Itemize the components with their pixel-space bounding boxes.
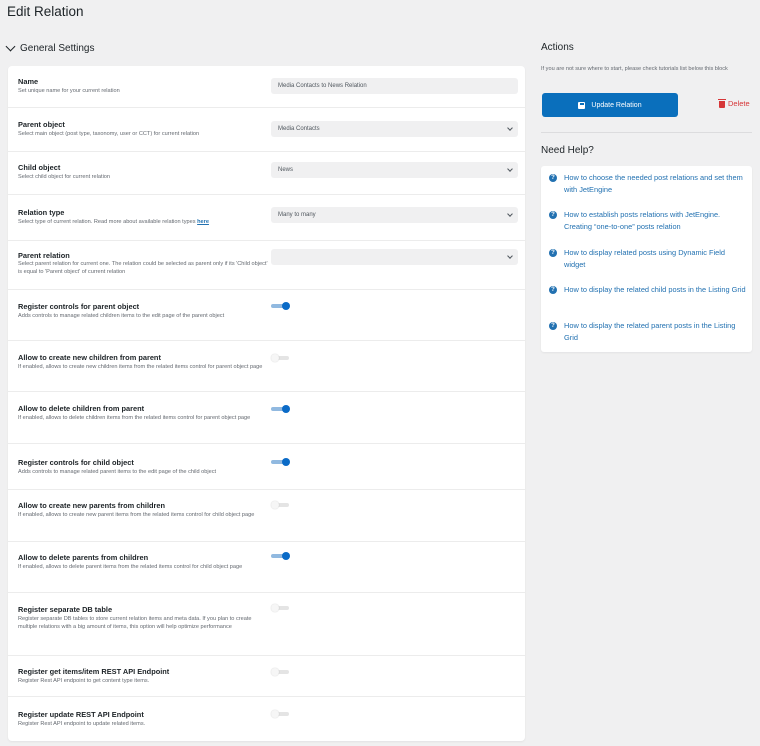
get-rest-endpoint-toggle[interactable] — [271, 668, 290, 676]
help-link-text: How to choose the needed post relations … — [564, 173, 743, 194]
update-relation-button[interactable]: Update Relation — [542, 93, 678, 117]
help-link-text: How to display the related child posts i… — [564, 285, 746, 294]
relation-type-value: Many to many — [278, 212, 316, 218]
setting-row-create-parents: Allow to create new parents from childre… — [8, 490, 525, 542]
update-rest-endpoint-toggle[interactable] — [271, 710, 290, 718]
relation-type-desc-text: Select type of current relation. Read mo… — [18, 219, 196, 225]
setting-label: Parent relation — [18, 251, 70, 260]
setting-label: Register update REST API Endpoint — [18, 710, 144, 719]
setting-row-create-children: Allow to create new children from parent… — [8, 341, 525, 392]
parent-object-select[interactable]: Media Contacts — [271, 121, 518, 137]
actions-hint: If you are not sure where to start, plea… — [541, 66, 728, 72]
setting-description: Adds controls to manage related children… — [18, 313, 225, 319]
question-circle-icon: ? — [549, 286, 557, 294]
delete-children-toggle[interactable] — [271, 405, 290, 413]
delete-parents-toggle[interactable] — [271, 552, 290, 560]
setting-label: Name — [18, 77, 39, 86]
setting-row-separate-db-table: Register separate DB table Register sepa… — [8, 593, 525, 656]
help-link[interactable]: ? How to display the related parent post… — [549, 320, 747, 344]
help-link-text: How to display related posts using Dynam… — [564, 248, 726, 269]
trash-icon — [718, 98, 726, 108]
update-relation-label: Update Relation — [591, 101, 642, 109]
help-title: Need Help? — [541, 145, 594, 156]
parent-relation-select[interactable] — [271, 249, 518, 265]
question-circle-icon: ? — [549, 249, 557, 257]
child-object-select[interactable]: News — [271, 162, 518, 178]
setting-row-update-rest-endpoint: Register update REST API Endpoint Regist… — [8, 697, 525, 741]
setting-description: Select type of current relation. Read mo… — [18, 218, 268, 226]
setting-description: If enabled, allows to delete children it… — [18, 415, 251, 421]
setting-label: Relation type — [18, 208, 65, 217]
setting-row-get-rest-endpoint: Register get items/item REST API Endpoin… — [8, 656, 525, 697]
setting-description: Register Rest API endpoint to get conten… — [18, 678, 150, 684]
chevron-down-icon — [5, 41, 16, 52]
question-circle-icon: ? — [549, 174, 557, 182]
setting-label: Parent object — [18, 120, 65, 129]
setting-label: Register controls for child object — [18, 458, 134, 467]
relation-type-select[interactable]: Many to many — [271, 207, 518, 223]
help-link[interactable]: ? How to display related posts using Dyn… — [549, 247, 747, 271]
help-link-text: How to establish posts relations with Je… — [564, 210, 721, 231]
help-link[interactable]: ? How to display the related child posts… — [549, 284, 747, 296]
child-object-value: News — [278, 167, 294, 173]
setting-row-relation-type: Relation type Select type of current rel… — [8, 195, 525, 241]
setting-label: Allow to create new parents from childre… — [18, 501, 166, 510]
setting-description: Select parent relation for current one. … — [18, 261, 268, 275]
setting-label: Register separate DB table — [18, 605, 113, 614]
create-children-toggle[interactable] — [271, 354, 290, 362]
save-icon — [578, 101, 586, 109]
setting-description: Register separate DB tables to store cur… — [18, 616, 252, 630]
create-parents-toggle[interactable] — [271, 501, 290, 509]
parent-object-value: Media Contacts — [278, 126, 320, 132]
general-settings-toggle[interactable]: General Settings — [5, 41, 95, 54]
register-parent-controls-toggle[interactable] — [271, 302, 290, 310]
chevron-down-icon — [507, 166, 513, 172]
setting-description: If enabled, allows to create new parent … — [18, 512, 255, 518]
setting-description: If enabled, allows to create new childre… — [18, 364, 263, 370]
help-link[interactable]: ? How to choose the needed post relation… — [549, 172, 747, 196]
setting-description: Select child object for current relation — [18, 174, 111, 180]
delete-label: Delete — [728, 99, 750, 108]
setting-row-parent-object: Parent object Select main object (post t… — [8, 108, 525, 152]
general-settings-panel: Name Set unique name for your current re… — [8, 66, 525, 741]
setting-label: Register get items/item REST API Endpoin… — [18, 667, 170, 676]
relation-name-input[interactable]: Media Contacts to News Relation — [271, 78, 518, 94]
setting-description: Adds controls to manage related parent i… — [18, 469, 217, 475]
setting-label: Register controls for parent object — [18, 302, 140, 311]
setting-row-parent-relation: Parent relation Select parent relation f… — [8, 241, 525, 290]
setting-row-name: Name Set unique name for your current re… — [8, 66, 525, 108]
setting-label: Allow to delete children from parent — [18, 404, 145, 413]
register-child-controls-toggle[interactable] — [271, 458, 290, 466]
help-link-text: How to display the related parent posts … — [564, 321, 736, 342]
chevron-down-icon — [507, 253, 513, 259]
help-links-panel: ? How to choose the needed post relation… — [541, 166, 752, 352]
chevron-down-icon — [507, 125, 513, 131]
delete-button[interactable]: Delete — [718, 98, 750, 108]
setting-row-delete-parents: Allow to delete parents from children If… — [8, 542, 525, 593]
help-link[interactable]: ? How to establish posts relations with … — [549, 209, 747, 233]
chevron-down-icon — [507, 211, 513, 217]
setting-row-register-parent-controls: Register controls for parent object Adds… — [8, 290, 525, 341]
setting-description: Register Rest API endpoint to update rel… — [18, 721, 146, 727]
relation-types-help-link[interactable]: here — [197, 219, 209, 225]
question-circle-icon: ? — [549, 211, 557, 219]
setting-row-register-child-controls: Register controls for child object Adds … — [8, 444, 525, 490]
setting-description: Select main object (post type, taxonomy,… — [18, 131, 200, 137]
actions-title: Actions — [541, 42, 574, 53]
setting-description: If enabled, allows to delete parent item… — [18, 564, 243, 570]
setting-row-delete-children: Allow to delete children from parent If … — [8, 392, 525, 444]
setting-label: Allow to create new children from parent — [18, 353, 161, 362]
setting-description: Set unique name for your current relatio… — [18, 88, 120, 94]
section-title: General Settings — [20, 43, 95, 54]
divider — [541, 132, 752, 133]
setting-label: Allow to delete parents from children — [18, 553, 149, 562]
setting-label: Child object — [18, 163, 61, 172]
question-circle-icon: ? — [549, 322, 557, 330]
page-title: Edit Relation — [7, 4, 84, 19]
setting-row-child-object: Child object Select child object for cur… — [8, 152, 525, 195]
separate-db-table-toggle[interactable] — [271, 604, 290, 612]
